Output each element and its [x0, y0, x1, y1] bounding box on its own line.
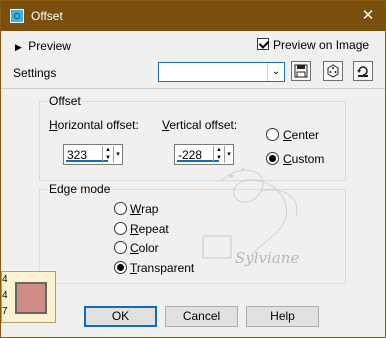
title-bar[interactable]: Offset ✕	[1, 1, 385, 31]
close-button[interactable]: ✕	[359, 7, 377, 25]
swatch-number: 7	[2, 306, 8, 317]
center-label: Center	[283, 128, 319, 142]
chevron-down-icon[interactable]: ⌄	[267, 63, 284, 81]
settings-label: Settings	[13, 66, 57, 80]
edge-color-text: olor	[138, 241, 159, 255]
help-button[interactable]: Help	[246, 306, 319, 327]
cancel-button[interactable]: Cancel	[165, 306, 238, 327]
edge-transparent-text: ransparent	[136, 261, 195, 275]
reset-button[interactable]	[353, 61, 373, 81]
center-hotkey: C	[283, 128, 292, 142]
edge-repeat-radio[interactable]	[114, 222, 127, 235]
color-swatch-panel: 4 4 7	[1, 271, 56, 323]
ok-button[interactable]: OK	[84, 306, 157, 327]
edge-color-radio[interactable]	[114, 241, 127, 254]
edge-mode-group-title: Edge mode	[47, 182, 113, 196]
save-preset-button[interactable]	[291, 61, 311, 81]
randomize-button[interactable]	[323, 61, 343, 81]
horizontal-offset-spinner[interactable]: 323 ▲ ▼ ▾	[63, 144, 123, 165]
save-icon	[294, 64, 308, 78]
chevron-down-icon[interactable]: ▾	[113, 146, 122, 163]
vertical-offset-text: ertical offset:	[169, 118, 238, 132]
edge-repeat-text: epeat	[138, 222, 169, 236]
divider	[1, 88, 385, 89]
center-text: enter	[291, 128, 320, 142]
edge-repeat-hotkey: R	[130, 222, 139, 236]
horizontal-offset-label: Horizontal offset:	[49, 118, 139, 132]
edge-wrap-text: rap	[141, 202, 159, 216]
edge-color-hotkey: C	[130, 241, 139, 255]
close-icon: ✕	[361, 7, 375, 24]
color-swatch[interactable]	[15, 282, 47, 314]
window-title: Offset	[31, 9, 63, 23]
horizontal-offset-hotkey: H	[49, 118, 58, 132]
swatch-number: 4	[2, 274, 8, 285]
settings-combo[interactable]: ⌄	[158, 62, 285, 82]
offset-dialog: Offset ✕ ▶ Preview Preview on Image Sett…	[0, 0, 386, 338]
edge-repeat-label: Repeat	[130, 222, 169, 236]
horizontal-offset-text: orizontal offset:	[57, 118, 139, 132]
edge-wrap-hotkey: W	[130, 202, 142, 216]
edge-wrap-label: Wrap	[130, 202, 158, 216]
edge-color-label: Color	[130, 241, 159, 255]
spin-updown-icon[interactable]: ▲ ▼	[102, 146, 113, 163]
center-radio[interactable]	[266, 128, 279, 141]
reset-icon	[357, 66, 368, 77]
preview-on-image-checkbox[interactable]	[257, 38, 270, 50]
vertical-offset-label: Vertical offset:	[162, 118, 237, 132]
offset-group-title: Offset	[47, 94, 83, 108]
preview-toggle[interactable]: ▶ Preview	[15, 39, 71, 53]
check-icon	[258, 38, 270, 49]
edge-wrap-radio[interactable]	[114, 202, 127, 215]
app-icon	[10, 9, 24, 23]
preview-on-image-label: Preview on Image	[273, 38, 370, 52]
swatch-number: 4	[2, 290, 8, 301]
watermark-text: Sylviane	[235, 249, 300, 267]
edge-transparent-hotkey: T	[130, 261, 137, 275]
dice-icon	[327, 64, 339, 78]
edge-transparent-radio[interactable]	[114, 261, 127, 274]
triangle-right-icon: ▶	[15, 42, 22, 52]
edge-transparent-label: Transparent	[130, 261, 194, 275]
preview-label: Preview	[28, 39, 71, 53]
